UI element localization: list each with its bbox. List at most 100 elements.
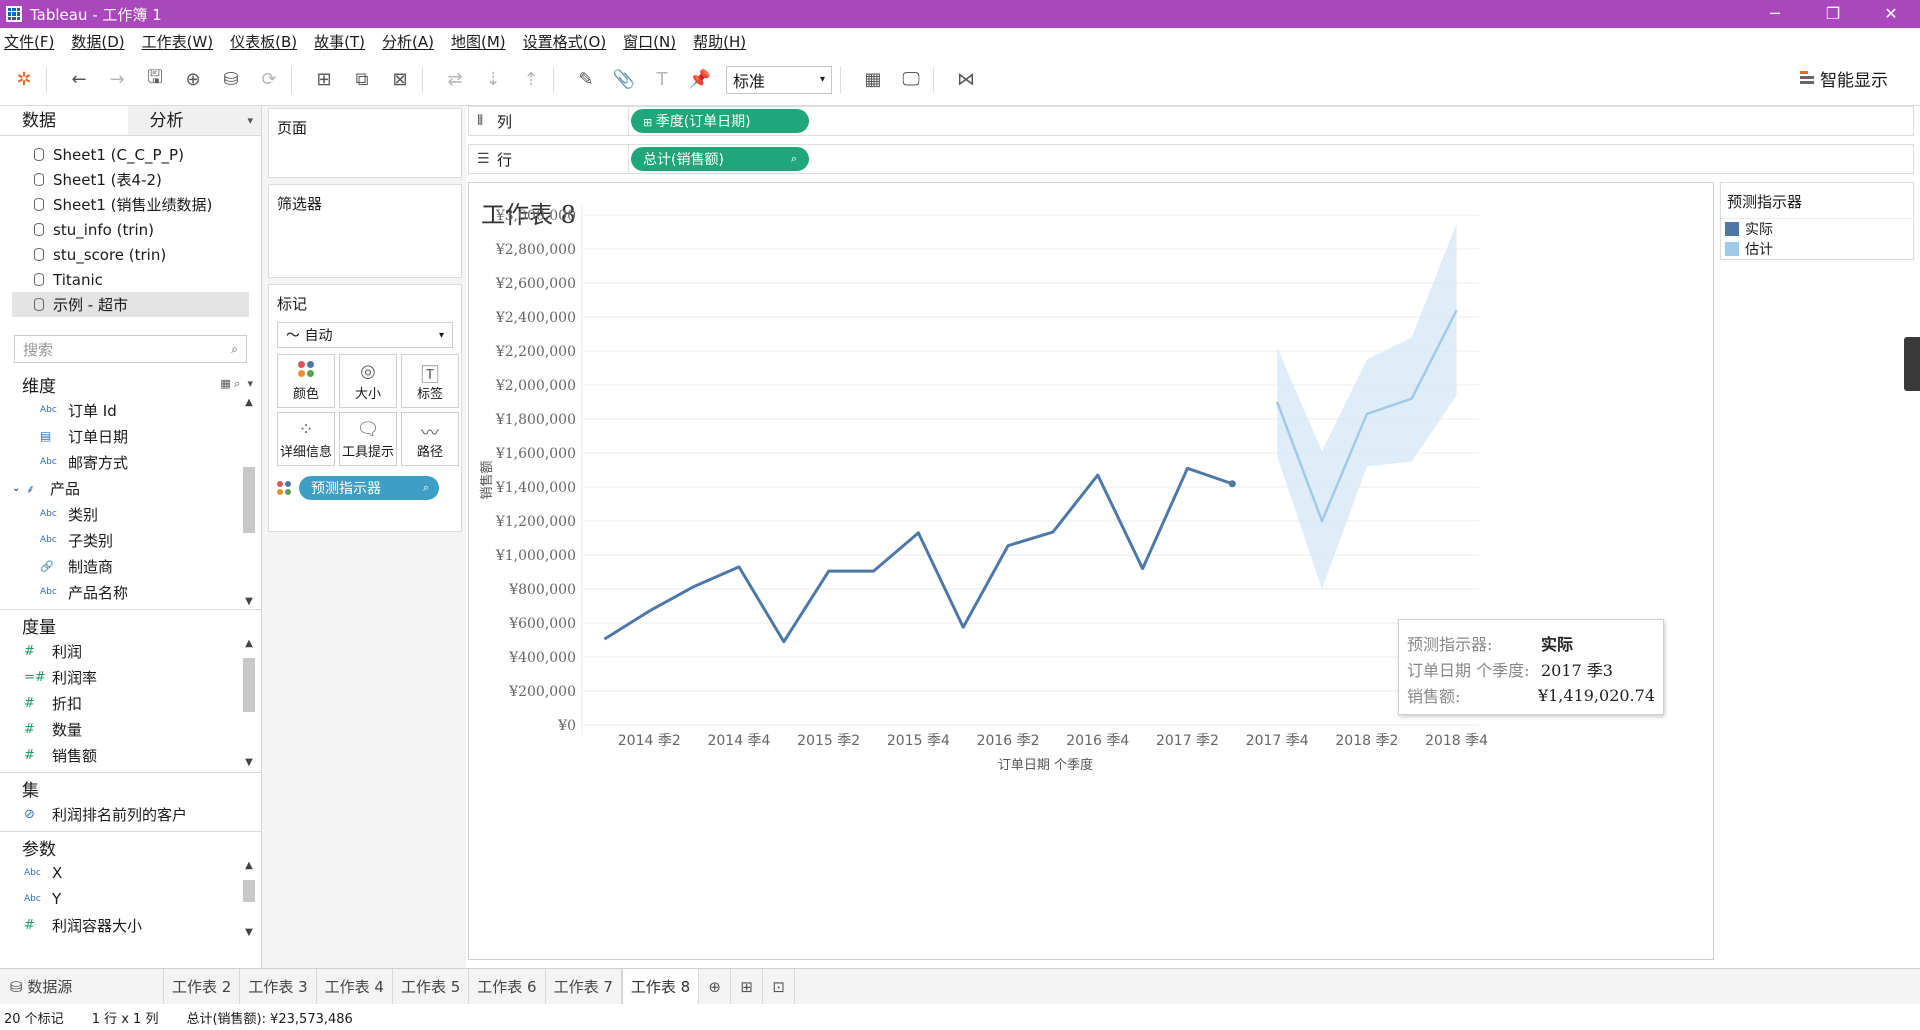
tab-data[interactable]: 数据 — [0, 106, 128, 135]
close-button[interactable]: ✕ — [1862, 0, 1920, 28]
field-ship-mode[interactable]: Abc 邮寄方式 — [0, 449, 261, 475]
params-scrollbar[interactable]: ▲ ▼ — [241, 860, 257, 938]
menu-analysis[interactable]: 分析(A) — [382, 31, 434, 52]
pin-icon[interactable]: 📌 — [686, 66, 714, 94]
set-top-customers[interactable]: ⊘ 利润排名前列的客户 — [0, 801, 261, 827]
line-chart[interactable]: ¥3,000,000 ¥2,800,000 ¥2,600,000 ¥2,400,000… — [469, 183, 1715, 961]
chevron-down-icon[interactable]: ⌄ — [12, 483, 26, 494]
menu-dashboard[interactable]: 仪表板(B) — [230, 31, 297, 52]
datasource-item[interactable]: stu_score (trin) — [12, 242, 249, 267]
minimize-button[interactable]: ─ — [1746, 0, 1804, 28]
datasource-item[interactable]: Sheet1 (C_C_P_P) — [12, 142, 249, 167]
group-icon[interactable]: 📎 — [610, 66, 638, 94]
new-datasource-icon[interactable]: ⊕ — [179, 66, 207, 94]
param-profit-bin[interactable]: # 利润容器大小 — [0, 912, 261, 938]
menu-file[interactable]: 文件(F) — [4, 31, 54, 52]
measures-scrollbar[interactable]: ▲ ▼ — [241, 638, 257, 768]
field-product-name[interactable]: Abc 产品名称 — [0, 579, 261, 605]
menu-worksheet[interactable]: 工作表(W) — [142, 31, 214, 52]
color-button[interactable]: 颜色 — [277, 354, 335, 408]
new-story-icon[interactable]: ⊡ — [763, 968, 796, 1005]
menu-story[interactable]: 故事(T) — [314, 31, 365, 52]
detail-button[interactable]: ⁘ 详细信息 — [277, 412, 335, 466]
refresh-icon[interactable]: ⟳ — [255, 66, 283, 94]
field-sales[interactable]: # 销售额 — [0, 742, 261, 768]
highlight-icon[interactable]: ✎ — [572, 66, 600, 94]
worksheet-view[interactable]: 工作表 8 ¥3,000,000 ¥2,800,000 ¥2,600,000 ¥2,4… — [468, 182, 1714, 960]
columns-shelf[interactable]: ⦀ 列 ⊞ 季度(订单日期) — [468, 106, 1914, 136]
path-button[interactable]: 〰路径 — [401, 412, 459, 466]
swap-icon[interactable]: ⇄ — [441, 66, 469, 94]
field-quantity[interactable]: # 数量 — [0, 716, 261, 742]
legend-item-actual[interactable]: 实际 — [1721, 219, 1913, 239]
field-category[interactable]: Abc 类别 — [0, 501, 261, 527]
datasource-item[interactable]: Sheet1 (表4-2) — [12, 167, 249, 192]
side-panel-handle[interactable] — [1904, 337, 1920, 391]
datasource-item[interactable]: Titanic — [12, 267, 249, 292]
datasource-item[interactable]: Sheet1 (销售业绩数据) — [12, 192, 249, 217]
sort-descending-icon[interactable]: ⇡ — [517, 66, 545, 94]
label-button[interactable]: 🅃 标签 — [401, 354, 459, 408]
sort-ascending-icon[interactable]: ⇣ — [479, 66, 507, 94]
show-cards-icon[interactable]: ▦ — [859, 66, 887, 94]
undo-icon[interactable]: ← — [65, 66, 93, 94]
field-discount[interactable]: # 折扣 — [0, 690, 261, 716]
field-profit[interactable]: # 利润 — [0, 638, 261, 664]
field-group-product[interactable]: ⌄ ⸙ 产品 — [0, 475, 261, 501]
sheet-tab[interactable]: 工作表 6 — [469, 968, 546, 1005]
menu-map[interactable]: 地图(M) — [451, 31, 506, 52]
sheet-tab[interactable]: 工作表 2 — [164, 968, 241, 1005]
menu-window[interactable]: 窗口(N) — [623, 31, 676, 52]
field-profit-ratio[interactable]: =# 利润率 — [0, 664, 261, 690]
clear-sheet-icon[interactable]: ⊠ — [386, 66, 414, 94]
datasource-tab[interactable]: ⛁ 数据源 — [0, 968, 164, 1005]
save-icon[interactable]: 🖫 — [141, 66, 169, 94]
dimensions-scrollbar[interactable]: ▲ ▼ — [241, 397, 257, 607]
datasource-item[interactable]: stu_info (trin) — [12, 217, 249, 242]
color-legend[interactable]: 预测指示器 实际 估计 — [1720, 182, 1914, 260]
legend-item-estimate[interactable]: 估计 — [1721, 239, 1913, 259]
sheet-tab[interactable]: 工作表 4 — [317, 968, 393, 1005]
field-order-id[interactable]: Abc 订单 Id — [0, 397, 261, 423]
new-worksheet-icon[interactable]: ⊕ — [699, 968, 732, 1005]
fit-select[interactable]: 标准 ▾ — [726, 65, 832, 94]
search-input[interactable]: 搜索 ⌕ — [14, 335, 247, 363]
rows-pill[interactable]: 总计(销售额) ⌕ — [631, 147, 809, 171]
redo-icon[interactable]: → — [103, 66, 131, 94]
pause-updates-icon[interactable]: ⛁ — [217, 66, 245, 94]
tab-analysis[interactable]: 分析 — [127, 106, 261, 136]
field-order-date[interactable]: ▤ 订单日期 — [0, 423, 261, 449]
restore-button[interactable]: ❐ — [1804, 0, 1862, 28]
param-x[interactable]: Abc X — [0, 860, 261, 886]
tableau-home-icon[interactable]: ✲ — [10, 66, 38, 94]
x-tick-label: 2016 季2 — [977, 733, 1040, 749]
duplicate-sheet-icon[interactable]: ⧉ — [348, 66, 376, 94]
field-manufacturer[interactable]: 🔗 制造商 — [0, 553, 261, 579]
sheet-tab[interactable]: 工作表 7 — [546, 968, 622, 1005]
size-button[interactable]: ◎ 大小 — [339, 354, 397, 408]
filters-card[interactable]: 筛选器 — [268, 184, 462, 278]
new-worksheet-icon[interactable]: ⊞ — [310, 66, 338, 94]
field-subcategory[interactable]: Abc 子类别 — [0, 527, 261, 553]
menu-data[interactable]: 数据(D) — [71, 31, 124, 52]
param-y[interactable]: Abc Y — [0, 886, 261, 912]
mark-type-select[interactable]: 〜 自动 ▾ — [277, 322, 453, 348]
sheet-tab-active[interactable]: 工作表 8 — [621, 968, 700, 1005]
presentation-icon[interactable]: 🖵 — [897, 66, 925, 94]
pages-card[interactable]: 页面 — [268, 108, 462, 178]
show-me-button[interactable]: 智能显示 — [1800, 66, 1888, 91]
sheet-tab[interactable]: 工作表 5 — [393, 968, 470, 1005]
menu-format[interactable]: 设置格式(O) — [523, 31, 607, 52]
new-dashboard-icon[interactable]: ⊞ — [731, 968, 764, 1005]
x-tick-label: 2018 季4 — [1425, 733, 1488, 749]
dimension-tools-icon[interactable]: ▦ ⌕ ▾ — [220, 377, 253, 391]
share-icon[interactable]: ⋈ — [952, 66, 980, 94]
label-icon[interactable]: T — [648, 66, 676, 94]
menu-help[interactable]: 帮助(H) — [693, 31, 746, 52]
sheet-tab[interactable]: 工作表 3 — [240, 968, 317, 1005]
columns-pill[interactable]: ⊞ 季度(订单日期) — [631, 109, 809, 133]
tooltip-button[interactable]: 🗨 工具提示 — [339, 412, 397, 466]
datasource-item-selected[interactable]: 示例 - 超市 — [12, 292, 249, 317]
forecast-indicator-pill[interactable]: 预测指示器 ⌕ — [299, 476, 439, 500]
rows-shelf[interactable]: ☰ 行 总计(销售额) ⌕ — [468, 144, 1914, 174]
